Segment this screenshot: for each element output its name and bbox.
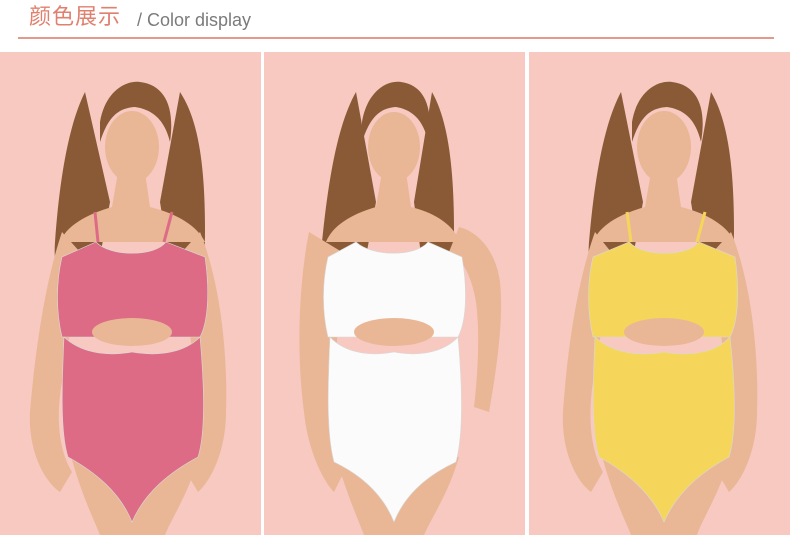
product-photo-yellow[interactable] bbox=[529, 52, 790, 535]
product-photo-white[interactable] bbox=[264, 52, 525, 535]
section-title-cn: 颜色展示 bbox=[29, 5, 122, 30]
model-white-photo-icon bbox=[264, 52, 525, 535]
model-yellow-photo-icon bbox=[529, 52, 790, 535]
model-pink-photo-icon bbox=[0, 52, 261, 535]
section-header: 颜色展示 / Color display bbox=[0, 0, 790, 50]
product-photo-pink[interactable] bbox=[0, 52, 261, 535]
header-divider bbox=[18, 37, 774, 39]
section-title-en: / Color display bbox=[137, 10, 252, 30]
